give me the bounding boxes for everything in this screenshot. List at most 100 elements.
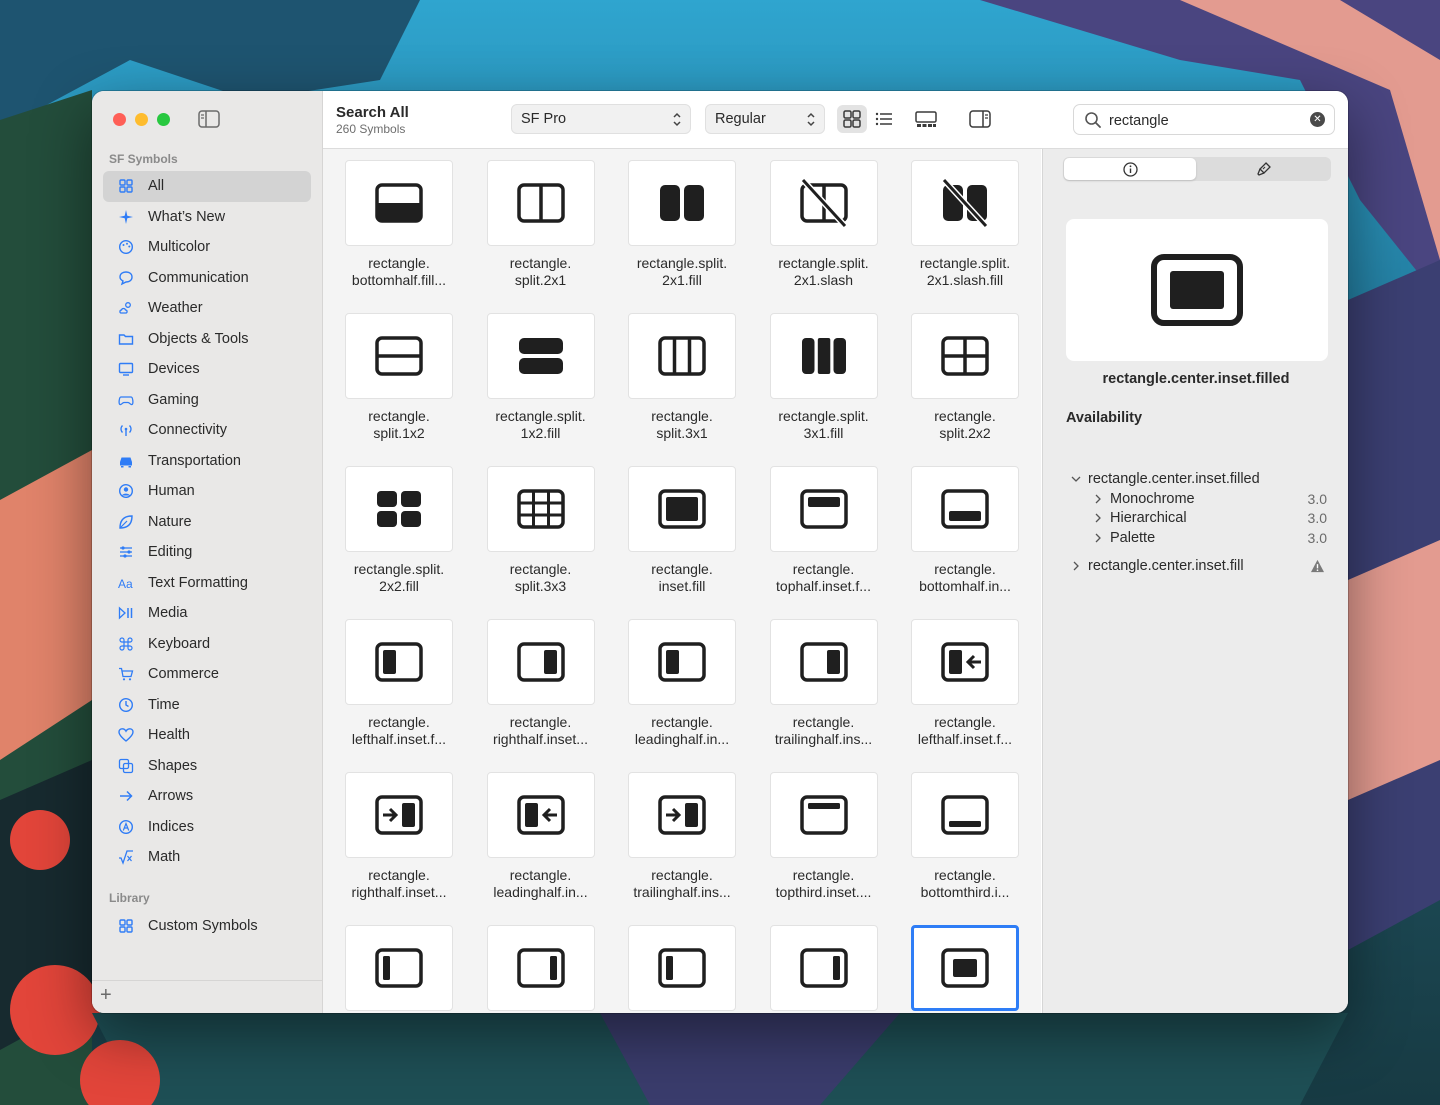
sidebar-item-text-formatting[interactable]: Aa Text Formatting xyxy=(103,568,311,599)
symbol-cell[interactable]: rectangle. tophalf.inset.f... xyxy=(748,455,882,605)
sidebar-item-indices[interactable]: Indices xyxy=(103,812,311,843)
symbol-cell[interactable]: rectangle.split. 1x2.fill xyxy=(465,302,599,452)
chevron-down-icon[interactable] xyxy=(1071,474,1081,484)
symbol-cell[interactable]: rectangle. trailinghalf.ins... xyxy=(748,608,882,758)
symbol-tile[interactable] xyxy=(911,772,1019,858)
symbol-cell[interactable]: rectangle. split.2x1 xyxy=(465,149,599,299)
sidebar-item-transportation[interactable]: Transportation xyxy=(103,446,311,477)
symbol-tile[interactable] xyxy=(911,619,1019,705)
symbol-tile[interactable] xyxy=(628,772,736,858)
sidebar-item-shapes[interactable]: Shapes xyxy=(103,751,311,782)
tab-rendering[interactable] xyxy=(1198,158,1330,180)
symbol-tile[interactable] xyxy=(628,925,736,1011)
symbol-cell[interactable]: rectangle. topthird.inset.... xyxy=(748,761,882,911)
symbol-tile[interactable] xyxy=(486,619,595,705)
symbol-cell[interactable] xyxy=(748,914,882,1013)
sidebar-item-arrows[interactable]: Arrows xyxy=(103,781,311,812)
symbol-tile[interactable] xyxy=(769,160,878,246)
sidebar-item-editing[interactable]: Editing xyxy=(103,537,311,568)
symbol-cell[interactable]: rectangle. leadinghalf.in... xyxy=(606,608,740,758)
symbol-cell[interactable]: rectangle. inset.fill xyxy=(606,455,740,605)
symbol-tile[interactable] xyxy=(911,466,1019,552)
weight-popup[interactable]: Regular xyxy=(705,104,825,134)
symbol-cell[interactable]: rectangle.split. 2x2.fill xyxy=(323,455,457,605)
sidebar-item-connectivity[interactable]: Connectivity xyxy=(103,415,311,446)
symbol-tile[interactable] xyxy=(769,466,878,552)
sidebar-item-objects-tools[interactable]: Objects & Tools xyxy=(103,324,311,355)
symbol-cell[interactable]: rectangle. righthalf.inset... xyxy=(465,608,599,758)
symbol-cell[interactable] xyxy=(465,914,599,1013)
sidebar-item-commerce[interactable]: Commerce xyxy=(103,659,311,690)
minimize-window-button[interactable] xyxy=(135,113,148,126)
sidebar-item-keyboard[interactable]: Keyboard xyxy=(103,629,311,660)
inspector-toggle-button[interactable] xyxy=(965,105,995,133)
availability-row[interactable]: Palette xyxy=(1093,530,1155,546)
sidebar-item-gaming[interactable]: Gaming xyxy=(103,385,311,416)
sidebar-item-multicolor[interactable]: Multicolor xyxy=(103,232,311,263)
sidebar-item-weather[interactable]: Weather xyxy=(103,293,311,324)
symbol-cell[interactable]: rectangle. lefthalf.inset.f... xyxy=(323,608,457,758)
symbol-cell[interactable]: rectangle. bottomhalf.fill... xyxy=(323,149,457,299)
symbol-cell[interactable] xyxy=(889,914,1023,1013)
symbol-cell[interactable]: rectangle. trailinghalf.ins... xyxy=(606,761,740,911)
symbol-tile[interactable] xyxy=(345,925,453,1011)
sidebar-toggle-icon[interactable] xyxy=(198,110,220,128)
symbol-cell[interactable]: rectangle. split.3x1 xyxy=(606,302,740,452)
font-popup[interactable]: SF Pro xyxy=(511,104,691,134)
chevron-right-icon[interactable] xyxy=(1093,533,1103,543)
symbol-cell[interactable]: rectangle. bottomthird.i... xyxy=(889,761,1023,911)
search-input[interactable] xyxy=(1107,109,1301,133)
symbol-cell[interactable]: rectangle.split. 2x1.slash.fill xyxy=(889,149,1023,299)
tab-info[interactable] xyxy=(1064,158,1196,180)
symbol-cell[interactable]: rectangle. split.2x2 xyxy=(889,302,1023,452)
chevron-right-icon[interactable] xyxy=(1071,561,1081,571)
symbol-tile[interactable] xyxy=(486,466,595,552)
symbol-tile[interactable] xyxy=(486,772,595,858)
symbol-tile[interactable] xyxy=(486,313,595,399)
symbol-tile[interactable] xyxy=(345,772,453,858)
symbol-tile[interactable] xyxy=(628,160,736,246)
sidebar-item-nature[interactable]: Nature xyxy=(103,507,311,538)
add-button[interactable]: + xyxy=(100,984,112,1007)
sidebar-item-human[interactable]: Human xyxy=(103,476,311,507)
chevron-right-icon[interactable] xyxy=(1093,513,1103,523)
sidebar-item-all[interactable]: All xyxy=(103,171,311,202)
symbol-tile[interactable] xyxy=(769,619,878,705)
sidebar-item-communication[interactable]: Communication xyxy=(103,263,311,294)
symbol-cell[interactable]: rectangle. righthalf.inset... xyxy=(323,761,457,911)
sidebar-item-media[interactable]: Media xyxy=(103,598,311,629)
symbol-tile[interactable] xyxy=(486,160,595,246)
symbol-tile[interactable] xyxy=(486,925,595,1011)
symbol-cell[interactable]: rectangle.split. 2x1.slash xyxy=(748,149,882,299)
gallery-view-button[interactable] xyxy=(909,105,943,133)
symbol-cell[interactable]: rectangle. leadinghalf.in... xyxy=(465,761,599,911)
symbol-tile[interactable] xyxy=(911,160,1019,246)
symbol-tile[interactable] xyxy=(345,313,453,399)
symbol-tile[interactable] xyxy=(345,160,453,246)
symbol-tile[interactable] xyxy=(911,925,1019,1011)
symbol-cell[interactable]: rectangle.split. 2x1.fill xyxy=(606,149,740,299)
availability-row[interactable]: rectangle.center.inset.filled xyxy=(1071,471,1260,487)
symbol-tile[interactable] xyxy=(769,313,878,399)
sidebar-item-math[interactable]: Math xyxy=(103,842,311,873)
symbol-cell[interactable]: rectangle. split.3x3 xyxy=(465,455,599,605)
list-view-button[interactable] xyxy=(869,105,899,133)
symbol-tile[interactable] xyxy=(628,313,736,399)
symbol-cell[interactable] xyxy=(323,914,457,1013)
availability-row[interactable]: Monochrome xyxy=(1093,491,1195,507)
symbol-cell[interactable]: rectangle.split. 3x1.fill xyxy=(748,302,882,452)
symbol-cell[interactable]: rectangle. lefthalf.inset.f... xyxy=(889,608,1023,758)
symbol-tile[interactable] xyxy=(345,466,453,552)
sidebar-item-time[interactable]: Time xyxy=(103,690,311,721)
availability-row[interactable]: Hierarchical xyxy=(1093,510,1187,526)
grid-view-button[interactable] xyxy=(837,105,867,133)
availability-row[interactable]: rectangle.center.inset.fill xyxy=(1071,558,1244,574)
symbol-tile[interactable] xyxy=(911,313,1019,399)
symbol-tile[interactable] xyxy=(769,925,878,1011)
symbol-tile[interactable] xyxy=(345,619,453,705)
sidebar-item-devices[interactable]: Devices xyxy=(103,354,311,385)
zoom-window-button[interactable] xyxy=(157,113,170,126)
symbol-cell[interactable] xyxy=(606,914,740,1013)
symbol-tile[interactable] xyxy=(628,466,736,552)
clear-search-icon[interactable]: ✕ xyxy=(1310,112,1325,127)
